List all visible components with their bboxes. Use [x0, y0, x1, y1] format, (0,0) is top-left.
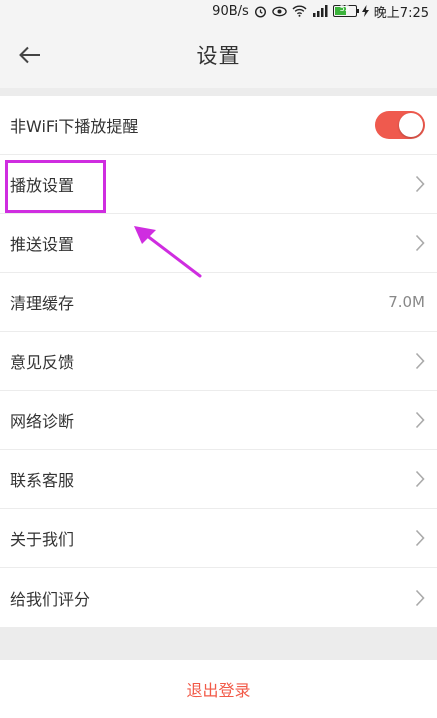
section-divider — [0, 634, 437, 656]
settings-list: 非WiFi下播放提醒 播放设置 推送设置 清理缓存 7.0M 意见反馈 网络诊断… — [0, 96, 437, 627]
setting-row-clear-cache[interactable]: 清理缓存 7.0M — [0, 273, 437, 332]
setting-row-feedback[interactable]: 意见反馈 — [0, 332, 437, 391]
setting-label: 意见反馈 — [10, 353, 75, 372]
setting-row-play-settings[interactable]: 播放设置 — [0, 155, 437, 214]
setting-label: 清理缓存 — [10, 294, 75, 313]
back-button[interactable] — [12, 37, 48, 73]
chevron-right-icon — [415, 529, 425, 547]
toggle-knob — [399, 113, 423, 137]
non-wifi-reminder-toggle[interactable] — [375, 111, 425, 139]
setting-row-network-diagnosis[interactable]: 网络诊断 — [0, 391, 437, 450]
setting-label: 给我们评分 — [10, 589, 91, 609]
setting-label: 联系客服 — [10, 471, 75, 490]
chevron-right-icon — [415, 470, 425, 488]
signal-icon — [312, 5, 328, 17]
chevron-right-icon — [415, 234, 425, 252]
setting-label: 非WiFi下播放提醒 — [10, 117, 139, 136]
status-bar: 90B/s 55 晚上7:25 — [0, 0, 437, 22]
chevron-right-icon — [415, 589, 425, 606]
setting-label: 推送设置 — [10, 235, 75, 254]
setting-row-rate-us[interactable]: 给我们评分 — [0, 568, 437, 627]
charging-icon — [361, 5, 369, 17]
setting-row-non-wifi-play-reminder: 非WiFi下播放提醒 — [0, 96, 437, 155]
setting-label: 关于我们 — [10, 530, 75, 549]
setting-row-push-settings[interactable]: 推送设置 — [0, 214, 437, 273]
setting-label: 播放设置 — [10, 176, 75, 195]
chevron-right-icon — [415, 411, 425, 429]
setting-label: 网络诊断 — [10, 412, 75, 431]
chevron-right-icon — [415, 175, 425, 193]
battery-level: 55 — [339, 4, 350, 13]
wifi-icon — [292, 5, 307, 17]
chevron-right-icon — [415, 352, 425, 370]
cache-size-value: 7.0M — [388, 293, 425, 311]
setting-row-contact-support[interactable]: 联系客服 — [0, 450, 437, 509]
back-arrow-icon — [19, 46, 40, 64]
page-title: 设置 — [196, 44, 241, 68]
battery-icon: 55 — [332, 4, 359, 17]
setting-row-about-us[interactable]: 关于我们 — [0, 509, 437, 568]
eye-icon — [272, 6, 287, 17]
network-speed: 90B/s — [212, 3, 249, 19]
clock-time: 晚上7:25 — [373, 5, 429, 21]
logout-button[interactable]: 退出登录 — [0, 660, 437, 718]
alarm-icon — [254, 5, 267, 18]
app-header: 设置 — [0, 22, 437, 88]
